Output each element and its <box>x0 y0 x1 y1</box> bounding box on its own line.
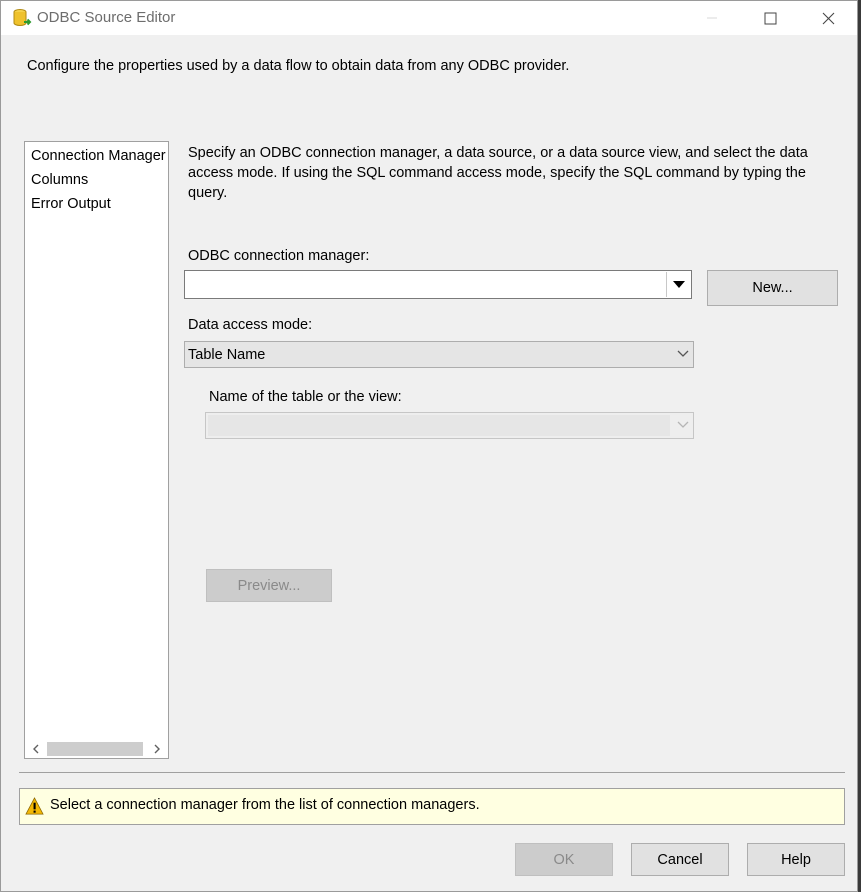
cancel-button[interactable]: Cancel <box>631 843 729 876</box>
chevron-right-icon <box>154 744 160 754</box>
database-icon <box>13 9 32 26</box>
status-message-bar: Select a connection manager from the lis… <box>19 788 845 825</box>
connection-manager-dropdown-button[interactable] <box>666 272 690 297</box>
close-button[interactable] <box>799 1 857 35</box>
data-access-mode-select[interactable]: Table Name <box>184 341 694 368</box>
nav-item-error-output[interactable]: Error Output <box>31 194 111 214</box>
preview-button[interactable]: Preview... <box>206 569 332 602</box>
maximize-icon <box>764 12 776 24</box>
maximize-button[interactable] <box>741 1 799 35</box>
help-button[interactable]: Help <box>747 843 845 876</box>
chevron-left-icon <box>33 744 39 754</box>
footer-separator <box>19 772 845 773</box>
minimize-button[interactable] <box>683 1 741 35</box>
table-name-label: Name of the table or the view: <box>209 389 402 405</box>
status-message: Select a connection manager from the lis… <box>50 797 480 813</box>
horizontal-scrollbar[interactable] <box>25 740 168 758</box>
new-connection-button[interactable]: New... <box>707 270 838 306</box>
minimize-icon <box>707 17 717 19</box>
page-navigation-list[interactable]: Connection Manager Columns Error Output <box>24 141 169 759</box>
warning-icon <box>25 797 44 815</box>
chevron-down-icon <box>677 421 689 428</box>
page-description: Specify an ODBC connection manager, a da… <box>188 145 808 201</box>
connection-manager-combobox[interactable] <box>184 270 692 299</box>
window-title: ODBC Source Editor <box>37 9 176 26</box>
scroll-left-button[interactable] <box>26 740 46 758</box>
nav-item-connection-manager[interactable]: Connection Manager <box>31 146 166 166</box>
table-name-select[interactable] <box>205 412 694 439</box>
scroll-right-button[interactable] <box>147 740 167 758</box>
ok-button[interactable]: OK <box>515 843 613 876</box>
nav-item-columns[interactable]: Columns <box>31 170 88 190</box>
table-name-value-area <box>208 415 670 436</box>
triangle-down-icon <box>672 280 685 288</box>
odbc-source-editor-dialog: ODBC Source Editor Configure the propert… <box>0 0 858 892</box>
dialog-description: Configure the properties used by a data … <box>27 58 570 74</box>
data-access-mode-value: Table Name <box>188 347 266 363</box>
close-icon <box>822 12 834 24</box>
title-bar[interactable]: ODBC Source Editor <box>1 1 857 35</box>
data-access-mode-label: Data access mode: <box>188 317 313 333</box>
connection-manager-label: ODBC connection manager: <box>188 248 370 264</box>
scrollbar-thumb[interactable] <box>47 742 143 756</box>
chevron-down-icon <box>677 350 689 357</box>
